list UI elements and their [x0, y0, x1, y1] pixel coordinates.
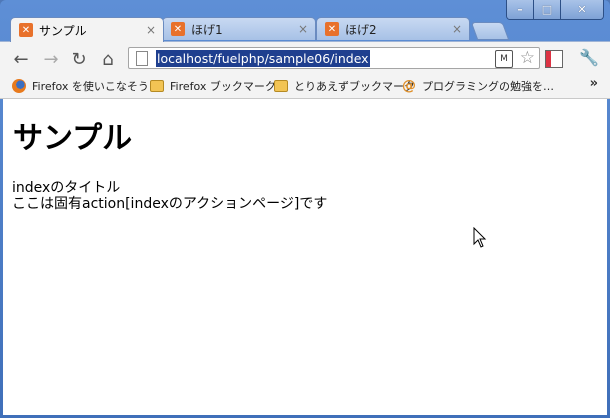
- wrench-icon[interactable]: 🔧: [579, 48, 599, 67]
- xampp-favicon-icon: ✕: [171, 22, 185, 36]
- bookmark-label: とりあえずブックマーク: [294, 80, 415, 93]
- new-tab-button[interactable]: [470, 22, 510, 40]
- tab-close-icon[interactable]: ×: [295, 22, 311, 36]
- tab-title: サンプル: [39, 23, 87, 38]
- folder-icon: [274, 80, 288, 92]
- address-bar[interactable]: localhost/fuelphp/sample06/index M ☆: [128, 47, 540, 69]
- extension-icon[interactable]: M: [495, 50, 513, 68]
- bookmark-item[interactable]: Firefox を使いこなそう: [12, 78, 149, 94]
- tab-hoge1[interactable]: ✕ ほげ1 ×: [162, 17, 316, 40]
- tab-hoge2[interactable]: ✕ ほげ2 ×: [316, 17, 470, 40]
- reload-icon[interactable]: ↻: [68, 49, 90, 70]
- bookmarks-overflow-icon[interactable]: »: [590, 76, 598, 91]
- tab-title: ほげ2: [345, 22, 377, 37]
- page-icon: [136, 50, 148, 66]
- tab-strip: ✕ サンプル × ✕ ほげ1 × ✕ ほげ2 ×: [0, 17, 610, 42]
- at-icon: @: [402, 78, 416, 94]
- page-text-line: ここは固有action[indexのアクションページ]です: [12, 196, 328, 212]
- bookmarks-bar: Firefox を使いこなそう Firefox ブックマーク とりあえずブックマ…: [0, 74, 610, 99]
- bookmark-folder[interactable]: Firefox ブックマーク: [150, 78, 276, 94]
- bookmark-star-icon[interactable]: ☆: [520, 48, 535, 68]
- bookmark-label: Firefox を使いこなそう: [32, 80, 149, 93]
- firefox-icon: [12, 79, 26, 93]
- folder-icon: [150, 80, 164, 92]
- tab-close-icon[interactable]: ×: [449, 22, 465, 36]
- browser-window: – □ ✕ ✕ サンプル × ✕ ほげ1 × ✕ ほげ2 × ← → ↻ ⌂ l…: [0, 0, 610, 418]
- bookmark-folder[interactable]: とりあえずブックマーク: [274, 78, 415, 94]
- home-icon[interactable]: ⌂: [97, 49, 119, 70]
- forward-icon[interactable]: →: [40, 49, 62, 70]
- back-icon[interactable]: ←: [10, 49, 32, 70]
- xampp-favicon-icon: ✕: [325, 22, 339, 36]
- tab-close-icon[interactable]: ×: [143, 23, 159, 37]
- tab-title: ほげ1: [191, 22, 223, 37]
- bookmark-item[interactable]: @ プログラミングの勉強を…: [402, 78, 554, 94]
- bookmark-label: プログラミングの勉強を…: [422, 80, 554, 93]
- page-content: サンプル indexのタイトル ここは固有action[indexのアクションペ…: [3, 99, 607, 415]
- page-heading: サンプル: [13, 121, 133, 156]
- url-text[interactable]: localhost/fuelphp/sample06/index: [156, 49, 370, 67]
- bookmark-label: Firefox ブックマーク: [170, 80, 276, 93]
- mouse-cursor-icon: [473, 227, 487, 248]
- xampp-favicon-icon: ✕: [19, 23, 33, 37]
- page-menu-icon[interactable]: [545, 50, 563, 68]
- toolbar: ← → ↻ ⌂ localhost/fuelphp/sample06/index…: [0, 41, 610, 75]
- tab-sample[interactable]: ✕ サンプル ×: [10, 17, 164, 42]
